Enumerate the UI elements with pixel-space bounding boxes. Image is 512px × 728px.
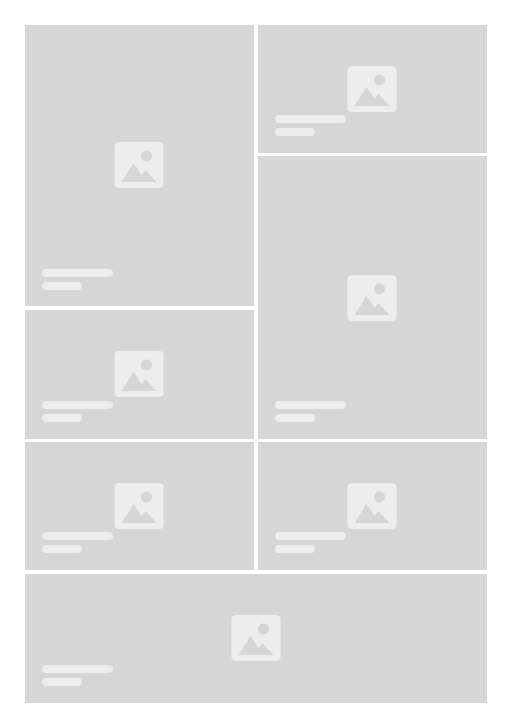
caption-line-subtitle [275, 128, 315, 136]
grid-tile-4[interactable] [25, 310, 254, 439]
caption-line-subtitle [42, 282, 82, 290]
grid-tile-2[interactable] [258, 25, 487, 153]
caption-line-subtitle [42, 414, 82, 422]
image-placeholder-icon [114, 142, 164, 188]
grid-tile-3[interactable] [258, 156, 487, 439]
caption-line-title [42, 401, 113, 409]
caption-line-subtitle [275, 545, 315, 553]
caption-line-title [275, 115, 346, 123]
image-placeholder-icon [347, 66, 397, 112]
grid-tile-1[interactable] [25, 25, 254, 306]
image-placeholder-icon [347, 275, 397, 321]
grid-tile-6[interactable] [258, 442, 487, 570]
caption-line-subtitle [275, 414, 315, 422]
image-placeholder-icon [114, 483, 164, 529]
image-placeholder-icon [114, 351, 164, 397]
caption-line-subtitle [42, 678, 82, 686]
caption-line-title [42, 532, 113, 540]
image-grid [25, 25, 487, 703]
grid-tile-5[interactable] [25, 442, 254, 570]
caption-line-subtitle [42, 545, 82, 553]
image-placeholder-icon [231, 615, 281, 661]
caption-line-title [42, 269, 113, 277]
caption-line-title [275, 401, 346, 409]
caption-line-title [42, 665, 113, 673]
image-placeholder-icon [347, 483, 397, 529]
caption-line-title [275, 532, 346, 540]
grid-tile-7[interactable] [25, 574, 487, 703]
